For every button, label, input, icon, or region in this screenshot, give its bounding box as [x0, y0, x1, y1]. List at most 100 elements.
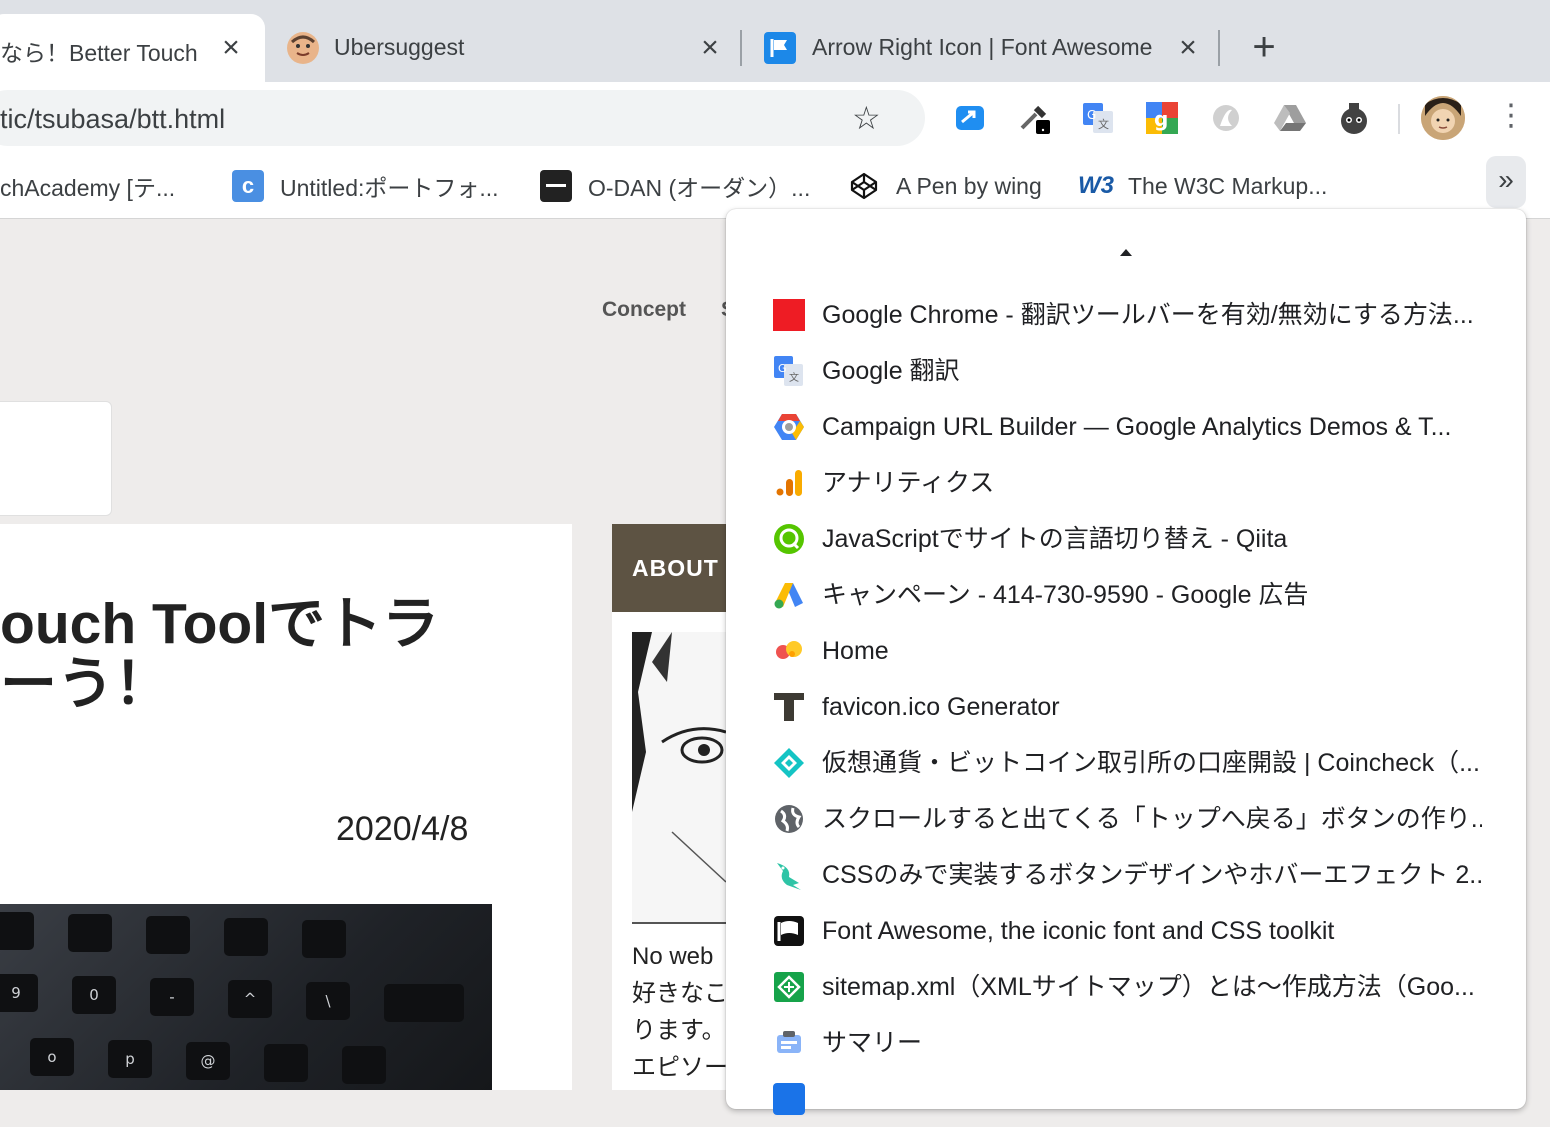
- menu-item-label: Google Chrome - 翻訳ツールバーを有効/無効にする方法...: [822, 301, 1474, 329]
- menu-item-sitemap[interactable]: sitemap.xml（XMLサイトマップ）とは〜作成方法（Goo...: [726, 959, 1526, 1015]
- nav-concept-link[interactable]: Concept: [602, 298, 686, 322]
- home-blob-icon: [773, 635, 805, 667]
- tab-better-touch-tool[interactable]: なら！Better Touch Tool ×: [0, 14, 265, 82]
- menu-item-coincheck[interactable]: 仮想通貨・ビットコイン取引所の口座開設 | Coincheck（...: [726, 735, 1526, 791]
- menu-item-google-ads[interactable]: キャンペーン - 414-730-9590 - Google 広告: [726, 567, 1526, 623]
- menu-item-label: サマリー: [822, 1029, 923, 1057]
- flask-extension-icon[interactable]: [1336, 100, 1372, 136]
- analytics-icon: [773, 467, 805, 499]
- url-text[interactable]: tic/tsubasa/btt.html: [0, 104, 225, 135]
- svg-text:文: 文: [789, 371, 799, 384]
- keyboard-key: [342, 1046, 386, 1084]
- menu-item-favicon-generator[interactable]: favicon.ico Generator: [726, 679, 1526, 735]
- tab-ubersuggest[interactable]: Ubersuggest ×: [285, 14, 730, 82]
- about-heading: ABOUT: [612, 524, 726, 612]
- eyedropper-extension-icon[interactable]: [1016, 100, 1052, 136]
- c-letter-icon: c: [232, 170, 264, 202]
- menu-item-home[interactable]: Home: [726, 623, 1526, 679]
- menu-item-campaign-url-builder[interactable]: Campaign URL Builder — Google Analytics …: [726, 399, 1526, 455]
- keyboard-key: -: [150, 978, 194, 1016]
- keyboard-key: @: [186, 1042, 230, 1080]
- font-awesome-flag-icon: [764, 32, 796, 64]
- keyboard-key: [384, 984, 464, 1022]
- bookmark-label: chAcademy [テ...: [0, 175, 176, 201]
- close-icon[interactable]: ×: [696, 31, 724, 64]
- sitemap-icon: [773, 971, 805, 1003]
- google-search-extension-icon[interactable]: g: [1144, 100, 1180, 136]
- menu-item-css-buttons[interactable]: CSSのみで実装するボタンデザインやホバーエフェクト 2...: [726, 847, 1526, 903]
- keyboard-key: \: [306, 982, 350, 1020]
- bookmark-codepen[interactable]: A Pen by wing: [848, 168, 1042, 204]
- google-translate-icon: G文: [773, 355, 805, 387]
- ubersuggest-avatar-icon: [287, 32, 319, 64]
- keyboard-photo: 9 0 - ^ \ o p @: [0, 904, 492, 1090]
- bookmark-label: The W3C Markup...: [1128, 172, 1328, 199]
- menu-item-label: CSSのみで実装するボタンデザインやホバーエフェクト 2...: [822, 861, 1482, 889]
- tab-separator: [740, 30, 742, 66]
- scroll-up-icon[interactable]: [1120, 249, 1132, 256]
- menu-item-label: Home: [822, 637, 889, 665]
- svg-text:G: G: [1087, 108, 1096, 122]
- letter-t-icon: [773, 691, 805, 723]
- grey-swirl-extension-icon[interactable]: [1208, 100, 1244, 136]
- new-tab-button[interactable]: +: [1246, 27, 1282, 67]
- tab-font-awesome[interactable]: Arrow Right Icon | Font Awesome ×: [760, 14, 1210, 82]
- menu-item-label: sitemap.xml（XMLサイトマップ）とは〜作成方法（Goo...: [822, 973, 1475, 1001]
- bookmark-techacademy[interactable]: chAcademy [テ...: [0, 168, 175, 204]
- article-title: ouch Toolでトラ ーう！: [0, 594, 440, 714]
- address-bar[interactable]: tic/tsubasa/btt.html ☆: [0, 90, 925, 146]
- keyboard-key: [264, 1044, 308, 1082]
- keyboard-key: [68, 914, 112, 952]
- close-icon[interactable]: ×: [1174, 31, 1202, 64]
- about-text-line: No web: [632, 943, 714, 970]
- bookmark-o-dan[interactable]: O-DAN (オーダン）...: [540, 168, 810, 204]
- keyboard-key: p: [108, 1040, 152, 1078]
- menu-item-label: Font Awesome, the iconic font and CSS to…: [822, 917, 1335, 945]
- menu-item-chrome-translate[interactable]: Google Chrome - 翻訳ツールバーを有効/無効にする方法...: [726, 287, 1526, 343]
- extension-blue-arrow-icon[interactable]: [952, 100, 988, 136]
- manga-portrait-image: [632, 632, 726, 924]
- profile-avatar[interactable]: [1421, 96, 1465, 140]
- keyboard-key: 9: [0, 974, 38, 1012]
- toolbar-divider: [1398, 104, 1400, 134]
- google-translate-extension-icon[interactable]: G文: [1080, 100, 1116, 136]
- menu-item-analytics[interactable]: アナリティクス: [726, 455, 1526, 511]
- menu-item-label: Google 翻訳: [822, 357, 960, 385]
- more-options-icon[interactable]: ⋮: [1496, 100, 1526, 136]
- menu-item-partial[interactable]: [726, 1071, 1526, 1127]
- codepen-icon: [848, 170, 880, 202]
- menu-item-summary[interactable]: サマリー: [726, 1015, 1526, 1071]
- menu-item-label: JavaScriptでサイトの言語切り替え - Qiita: [822, 525, 1288, 553]
- menu-item-label: 仮想通貨・ビットコイン取引所の口座開設 | Coincheck（...: [822, 749, 1480, 777]
- menu-item-google-translate[interactable]: G文 Google 翻訳: [726, 343, 1526, 399]
- menu-item-font-awesome[interactable]: Font Awesome, the iconic font and CSS to…: [726, 903, 1526, 959]
- keyboard-key: [0, 912, 34, 950]
- bookmark-star-icon[interactable]: ☆: [852, 102, 881, 134]
- google-drive-icon[interactable]: [1272, 100, 1308, 136]
- keyboard-key: [302, 920, 346, 958]
- about-text-line: エピソー: [632, 1054, 726, 1081]
- tab-title: Ubersuggest: [334, 34, 465, 60]
- keyboard-key: [146, 916, 190, 954]
- bookmark-label: Untitled:ポートフォ...: [280, 175, 499, 201]
- o-dan-icon: [540, 170, 572, 202]
- menu-item-scroll-top-button[interactable]: スクロールすると出てくる「トップへ戻る」ボタンの作り...: [726, 791, 1526, 847]
- about-card: No web 好きなこ ります。 エピソー: [612, 612, 726, 1090]
- tab-strip: なら！Better Touch Tool × Ubersuggest × Arr…: [0, 0, 1550, 82]
- menu-item-label: Campaign URL Builder — Google Analytics …: [822, 413, 1452, 441]
- bookmark-untitled-portfolio[interactable]: c Untitled:ポートフォ...: [232, 168, 499, 204]
- about-text-line: ります。: [632, 1017, 726, 1044]
- close-icon[interactable]: ×: [217, 31, 245, 64]
- qiita-icon: [773, 523, 805, 555]
- bird-icon: [773, 859, 805, 891]
- keyboard-key: [224, 918, 268, 956]
- about-text-line: 好きなこ: [632, 980, 726, 1007]
- w3c-icon: W3: [1078, 172, 1114, 199]
- bookmark-w3c[interactable]: W3 The W3C Markup...: [1078, 168, 1328, 204]
- keyboard-key: 0: [72, 976, 116, 1014]
- menu-item-label: スクロールすると出てくる「トップへ戻る」ボタンの作り...: [822, 805, 1482, 833]
- bookmarks-overflow-button[interactable]: »: [1486, 156, 1526, 208]
- menu-item-qiita[interactable]: JavaScriptでサイトの言語切り替え - Qiita: [726, 511, 1526, 567]
- globe-icon: [773, 803, 805, 835]
- keyboard-key: o: [30, 1038, 74, 1076]
